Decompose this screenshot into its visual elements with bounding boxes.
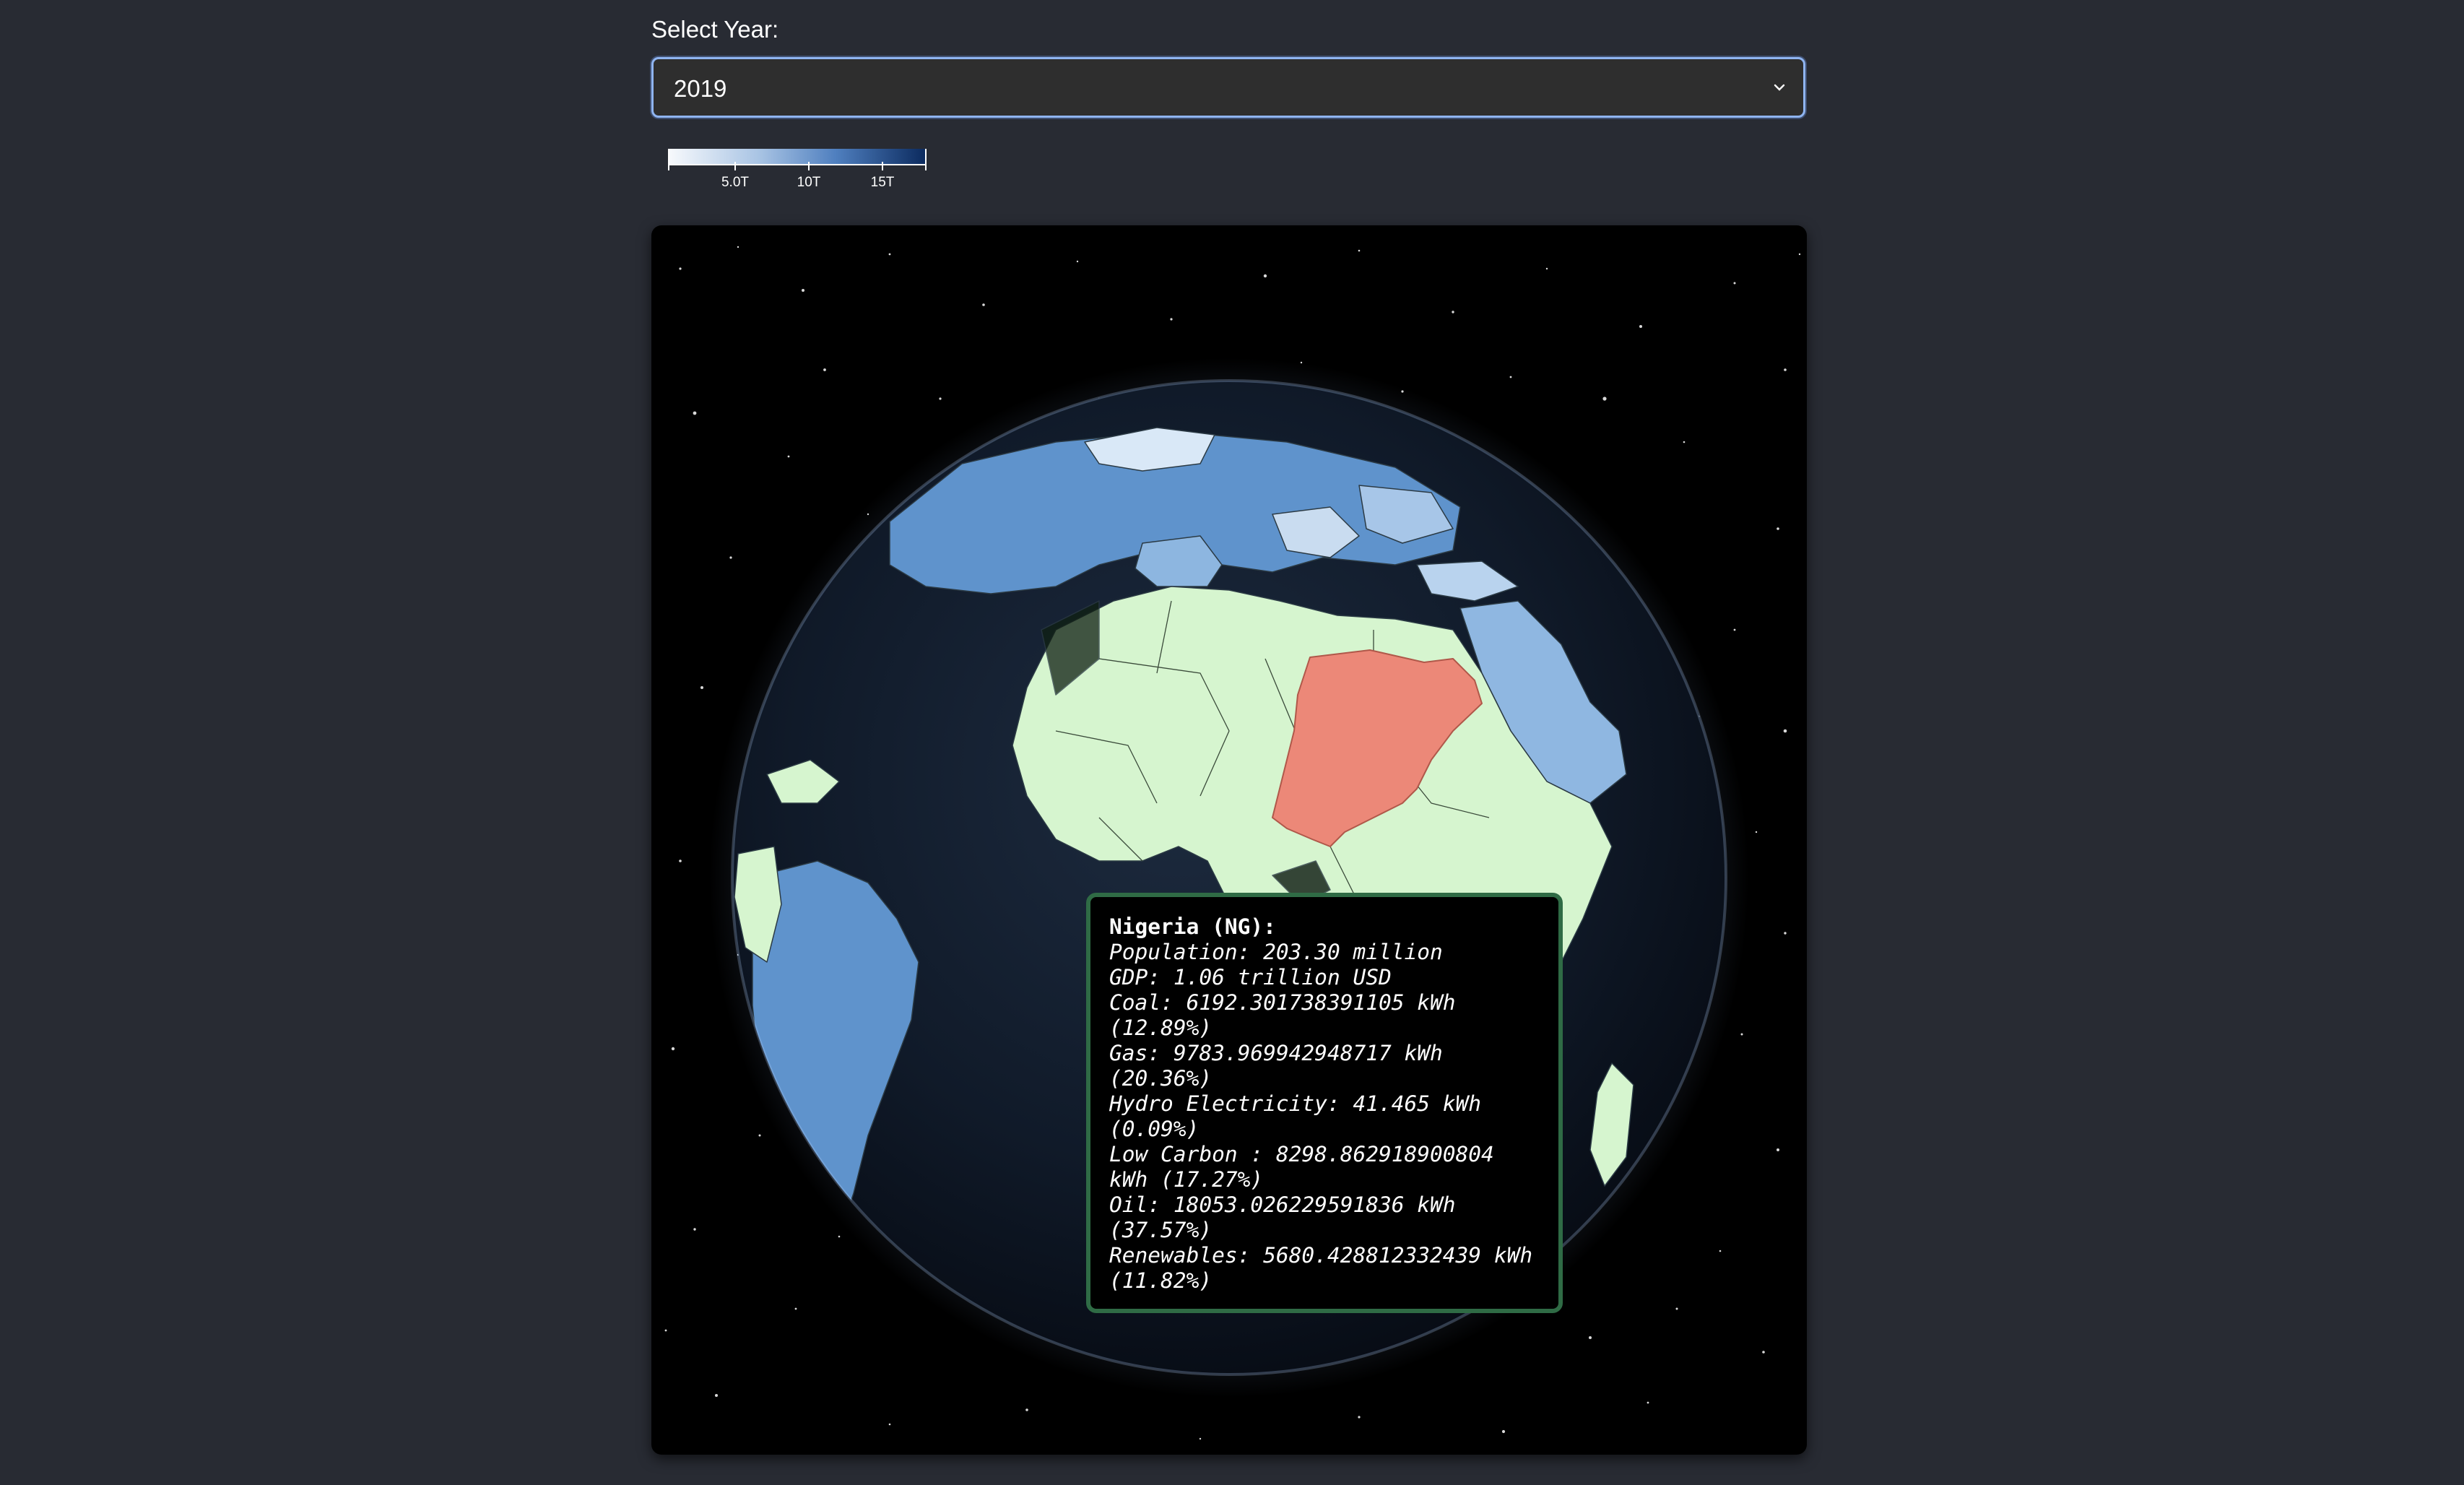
tooltip-row: Coal: 6192.301738391105 kWh (12.89%) <box>1109 990 1540 1041</box>
year-select-label: Select Year: <box>651 16 779 43</box>
tooltip-row-label: Population: <box>1109 940 1264 964</box>
tooltip-row-label: Oil: <box>1109 1192 1174 1217</box>
tooltip-row: GDP: 1.06 trillion USD <box>1109 965 1540 990</box>
tooltip-row-value: 203.30 million <box>1263 940 1443 964</box>
color-legend: 5.0T 10T 15T <box>668 149 927 190</box>
legend-gradient-bar <box>669 149 926 165</box>
tooltip-row: Oil: 18053.026229591836 kWh (37.57%) <box>1109 1192 1540 1243</box>
tooltip-row-label: Low Carbon : <box>1109 1142 1276 1166</box>
tooltip-row-label: Hydro Electricity: <box>1109 1091 1353 1116</box>
tooltip-row: Hydro Electricity: 41.465 kWh (0.09%) <box>1109 1091 1540 1142</box>
tooltip-row: Low Carbon : 8298.862918900804 kWh (17.2… <box>1109 1142 1540 1192</box>
year-select[interactable]: 2019 <box>651 57 1805 118</box>
tooltip-row-label: Renewables: <box>1109 1243 1264 1268</box>
globe-view[interactable]: Nigeria (NG): Population: 203.30 million… <box>651 225 1807 1455</box>
tooltip-row-label: GDP: <box>1109 965 1174 990</box>
tooltip-title: Nigeria (NG): <box>1109 914 1276 939</box>
tooltip-row: Population: 203.30 million <box>1109 940 1540 965</box>
legend-tick-label: 5.0T <box>721 175 749 190</box>
tooltip-row-label: Gas: <box>1109 1041 1174 1065</box>
tooltip-row-value: 1.06 trillion USD <box>1173 965 1392 990</box>
legend-tick-label: 10T <box>797 175 821 190</box>
tooltip-row-label: Coal: <box>1109 990 1187 1015</box>
tooltip-row: Renewables: 5680.428812332439 kWh (11.82… <box>1109 1243 1540 1294</box>
chevron-down-icon <box>1774 84 1785 91</box>
country-tooltip: Nigeria (NG): Population: 203.30 million… <box>1086 893 1563 1313</box>
legend-tick-label: 15T <box>871 175 895 190</box>
tooltip-row: Gas: 9783.969942948717 kWh (20.36%) <box>1109 1041 1540 1091</box>
year-select-value: 2019 <box>674 75 727 102</box>
